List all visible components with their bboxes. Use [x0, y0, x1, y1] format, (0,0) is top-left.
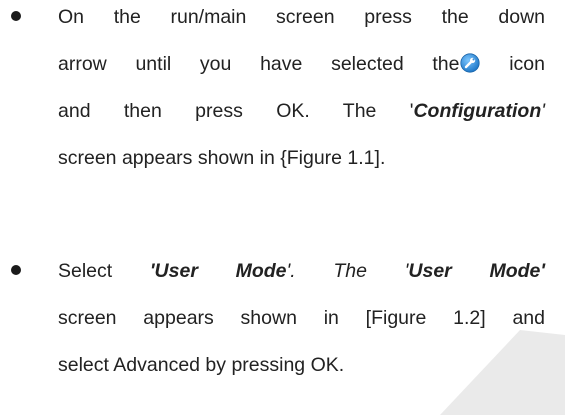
text-line: select Advanced by pressing OK. — [58, 352, 344, 379]
line-text: ' — [541, 100, 545, 122]
line-text: Select — [58, 260, 150, 282]
user-mode-term: User Mode' — [408, 260, 545, 282]
wrench-settings-icon — [459, 53, 480, 73]
user-mode-term: 'User Mode — [149, 260, 287, 282]
text-line: screen appears shown in [Figure 1.2] and — [58, 305, 545, 332]
line-text: icon — [480, 53, 545, 75]
text-line: and then press OK. The 'Configuration' — [58, 98, 545, 125]
line-text: On the run/main screen press the down — [58, 6, 545, 28]
line-text: '. The ' — [286, 260, 409, 282]
line-text: screen appears shown in [Figure 1.2] and — [58, 307, 545, 329]
text-line: Select 'User Mode'. The 'User Mode' — [58, 258, 545, 285]
text-line: arrow until you have selected the icon — [58, 51, 545, 78]
line-text: and then press OK. The ' — [58, 100, 414, 122]
text-line: On the run/main screen press the down — [58, 4, 545, 31]
line-text: arrow until you have selected the — [58, 53, 460, 75]
bullet-icon — [11, 265, 21, 275]
text-line: screen appears shown in {Figure 1.1]. — [58, 145, 385, 172]
line-text: select Advanced by pressing OK. — [58, 354, 345, 376]
configuration-term: Configuration — [413, 100, 542, 122]
instruction-list: On the run/main screen press the down ar… — [0, 0, 565, 415]
line-text: screen appears shown in {Figure 1.1]. — [58, 147, 386, 169]
bullet-icon — [11, 11, 21, 21]
